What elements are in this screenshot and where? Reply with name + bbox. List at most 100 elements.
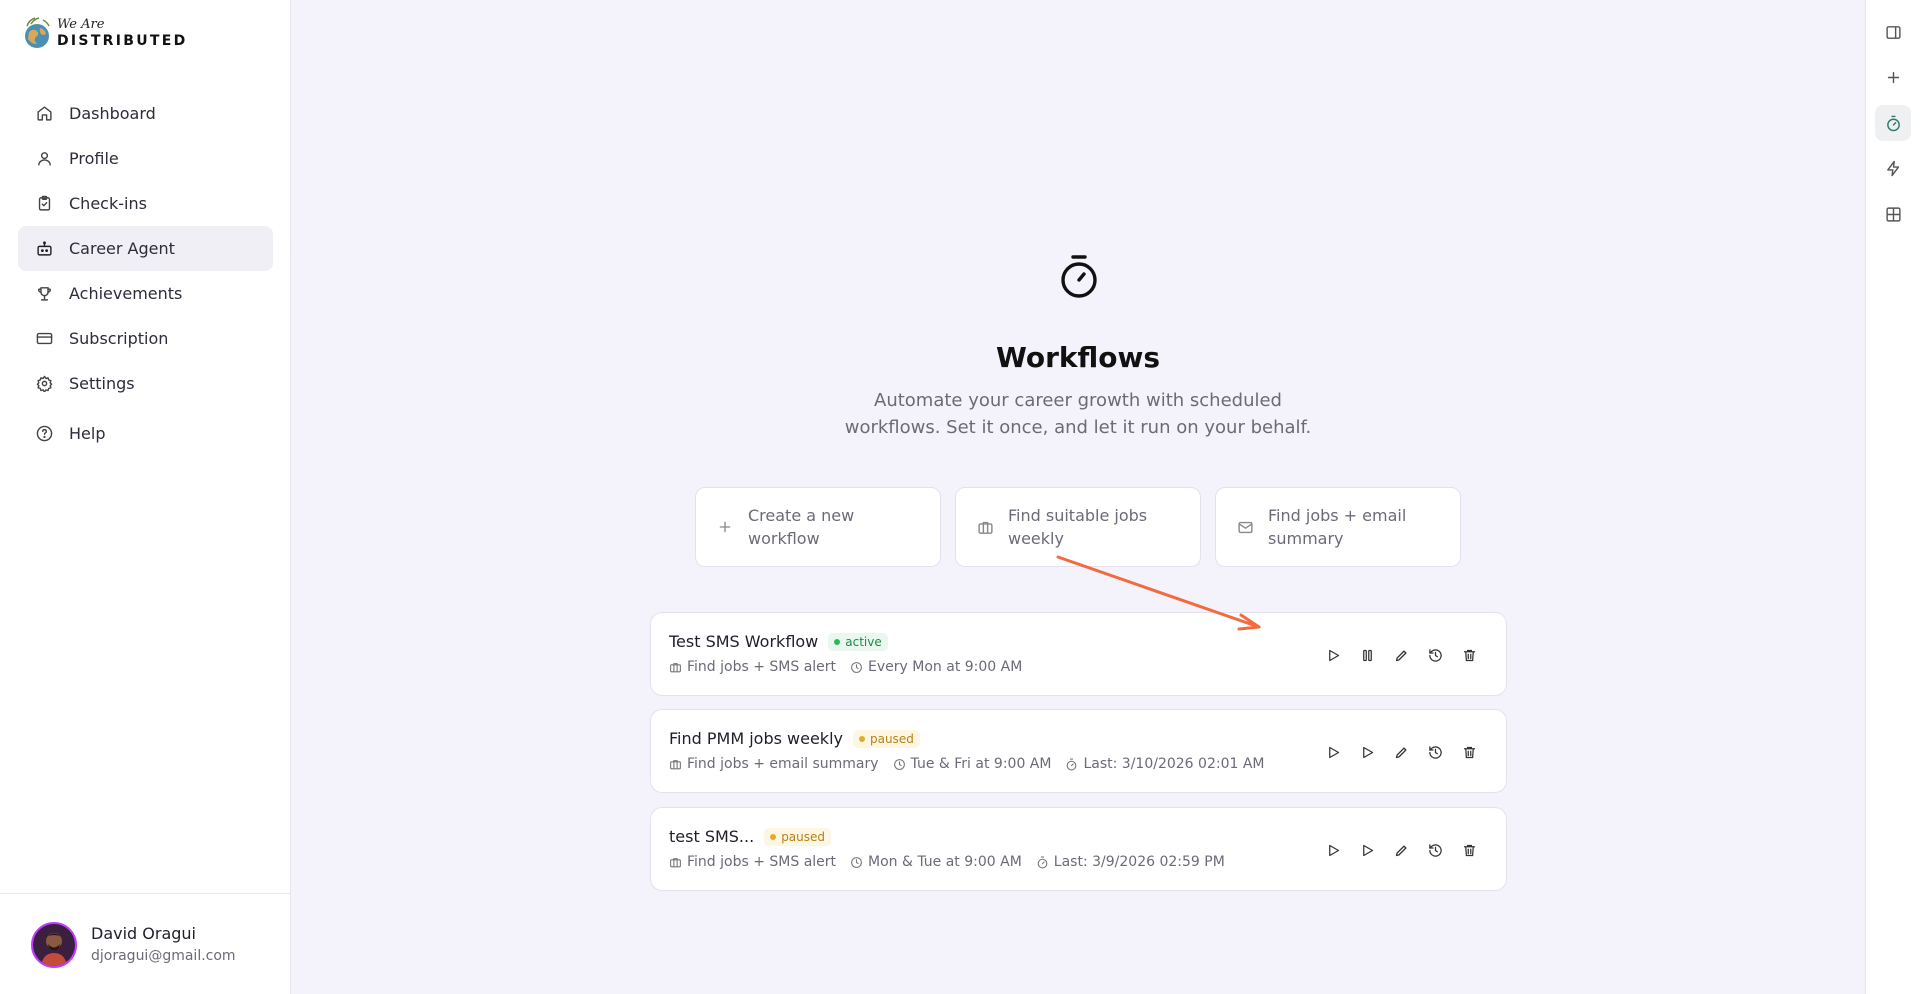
pause-button[interactable] [1350, 640, 1384, 670]
sidebar-item-label: Career Agent [69, 239, 175, 258]
clock-icon [850, 856, 863, 869]
workflow-card[interactable]: test SMS... paused Find jobs + SMS alert… [650, 807, 1507, 891]
bot-icon [35, 240, 53, 258]
user-email: djoragui@gmail.com [91, 948, 236, 964]
run-button[interactable] [1316, 737, 1350, 767]
history-icon [1428, 648, 1443, 663]
annotation-arrow [1056, 555, 1266, 633]
quick-action-label: Find suitable jobs weekly [1008, 506, 1148, 548]
sidebar-item-subscription[interactable]: Subscription [18, 316, 273, 361]
sidebar-item-settings[interactable]: Settings [18, 361, 273, 406]
sidebar-item-dashboard[interactable]: Dashboard [18, 91, 273, 136]
run-button[interactable] [1316, 640, 1350, 670]
subtitle-line: workflows. Set it once, and let it run o… [844, 417, 1312, 438]
brand-line2: DISTRIBUTED [57, 33, 188, 49]
pencil-icon [1394, 745, 1409, 760]
plus-icon [716, 518, 734, 536]
edit-button[interactable] [1384, 835, 1418, 865]
workflow-name: Test SMS Workflow [669, 632, 819, 651]
clock-icon [893, 758, 906, 771]
sidebar-item-label: Subscription [69, 329, 169, 348]
help-circle-icon [35, 425, 53, 443]
play-icon [1360, 843, 1375, 858]
toggle-panel-button[interactable] [1875, 14, 1911, 50]
delete-button[interactable] [1452, 737, 1486, 767]
globe-logo-icon [23, 14, 53, 52]
home-icon [35, 105, 53, 123]
brand-logo[interactable]: We Are DISTRIBUTED [23, 14, 188, 52]
sidebar-panel-icon [1885, 24, 1902, 41]
delete-button[interactable] [1452, 835, 1486, 865]
mail-icon [1236, 518, 1254, 536]
sidebar-item-achievements[interactable]: Achievements [18, 271, 273, 316]
user-account[interactable]: David Oragui djoragui@gmail.com [0, 893, 291, 994]
sidebar-item-help[interactable]: Help [18, 411, 273, 456]
workflows-button[interactable] [1875, 105, 1911, 141]
sidebar-item-label: Check-ins [69, 194, 147, 213]
workflow-name: Find PMM jobs weekly [669, 729, 843, 748]
workflow-card[interactable]: Find PMM jobs weekly paused Find jobs + … [650, 709, 1507, 793]
status-badge: active [828, 632, 888, 651]
grid-icon [1885, 206, 1902, 223]
history-button[interactable] [1418, 737, 1452, 767]
workflow-type: Find jobs + email summary [687, 756, 879, 772]
sidebar-item-label: Settings [69, 374, 135, 393]
actions-button[interactable] [1875, 150, 1911, 186]
page-title: Workflows [995, 341, 1161, 374]
sidebar-item-label: Profile [69, 149, 119, 168]
history-icon [1428, 843, 1443, 858]
briefcase-icon [669, 856, 682, 869]
workflow-last-run: Last: 3/9/2026 02:59 PM [1053, 854, 1225, 870]
timer-icon [1065, 758, 1078, 771]
briefcase-icon [669, 758, 682, 771]
pencil-icon [1394, 648, 1409, 663]
gear-icon [35, 375, 53, 393]
sidebar: We Are DISTRIBUTED Dashboard Profile Che… [0, 0, 291, 994]
avatar[interactable] [31, 922, 77, 968]
history-icon [1428, 745, 1443, 760]
lightning-icon [1885, 160, 1902, 177]
brand-line1: We Are [57, 17, 105, 32]
workflow-schedule: Mon & Tue at 9:00 AM [868, 854, 1022, 870]
workflow-schedule: Tue & Fri at 9:00 AM [910, 756, 1052, 772]
trash-icon [1462, 648, 1477, 663]
play-icon [1360, 745, 1375, 760]
history-button[interactable] [1418, 835, 1452, 865]
sidebar-item-profile[interactable]: Profile [18, 136, 273, 181]
right-toolbar [1865, 0, 1920, 994]
run-button[interactable] [1316, 835, 1350, 865]
workflow-name: test SMS... [669, 827, 755, 846]
create-workflow-button[interactable]: Create a new workflow [695, 487, 941, 567]
plus-icon [1885, 69, 1902, 86]
add-button[interactable] [1875, 59, 1911, 95]
clock-icon [850, 661, 863, 674]
briefcase-icon [976, 518, 994, 536]
trophy-icon [35, 285, 53, 303]
trash-icon [1462, 745, 1477, 760]
delete-button[interactable] [1452, 640, 1486, 670]
play-icon [1326, 843, 1341, 858]
pause-icon [1360, 648, 1375, 663]
resume-button[interactable] [1350, 737, 1384, 767]
resume-button[interactable] [1350, 835, 1384, 865]
briefcase-icon [669, 661, 682, 674]
edit-button[interactable] [1384, 640, 1418, 670]
play-icon [1326, 648, 1341, 663]
sidebar-item-label: Dashboard [69, 104, 156, 123]
workflow-type: Find jobs + SMS alert [687, 659, 837, 675]
timer-icon [1036, 856, 1049, 869]
stopwatch-icon [1058, 254, 1100, 300]
edit-button[interactable] [1384, 737, 1418, 767]
clipboard-check-icon [35, 195, 53, 213]
grid-button[interactable] [1875, 196, 1911, 232]
status-badge: paused [852, 729, 920, 748]
sidebar-item-label: Achievements [69, 284, 183, 303]
history-button[interactable] [1418, 640, 1452, 670]
timer-icon [1885, 115, 1902, 132]
sidebar-item-check-ins[interactable]: Check-ins [18, 181, 273, 226]
workflow-type: Find jobs + SMS alert [687, 854, 837, 870]
sidebar-item-label: Help [69, 424, 106, 443]
page-subtitle: Automate your career growth with schedul… [291, 387, 1865, 441]
sidebar-item-career-agent[interactable]: Career Agent [18, 226, 273, 271]
credit-card-icon [35, 330, 53, 348]
